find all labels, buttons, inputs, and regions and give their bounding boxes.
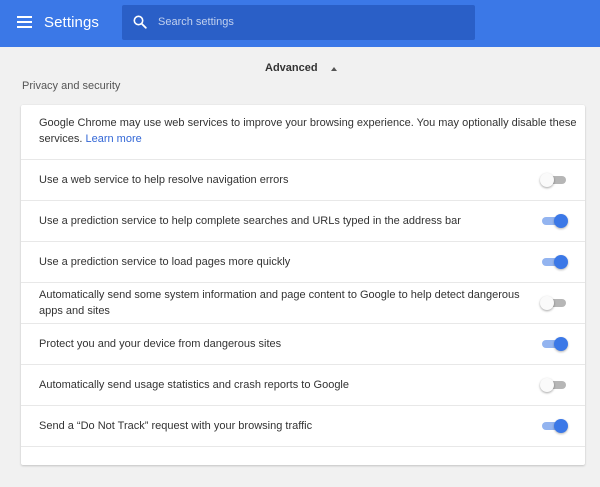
search-input[interactable] (158, 11, 468, 33)
search-icon (133, 15, 147, 29)
setting-row-navigation-errors[interactable]: Use a web service to help resolve naviga… (21, 159, 585, 200)
advanced-toggle[interactable]: Advanced (265, 62, 318, 74)
setting-row-page-preload[interactable]: Use a prediction service to load pages m… (21, 241, 585, 282)
setting-label: Protect you and your device from dangero… (39, 338, 282, 350)
setting-label: Use a prediction service to load pages m… (39, 256, 291, 268)
dangerous-apps-report-toggle[interactable] (540, 296, 567, 310)
setting-row-do-not-track[interactable]: Send a “Do Not Track” request with your … (21, 405, 585, 446)
intro-text: Google Chrome may use web services to im… (39, 115, 579, 147)
setting-label: Use a prediction service to help complet… (39, 215, 461, 227)
usage-statistics-toggle[interactable] (540, 378, 567, 392)
setting-row-usage-statistics[interactable]: Automatically send usage statistics and … (21, 364, 585, 405)
section-title: Privacy and security (22, 80, 121, 92)
setting-row-dangerous-apps-report[interactable]: Automatically send some system informati… (21, 282, 585, 323)
do-not-track-toggle[interactable] (541, 419, 568, 433)
learn-more-link[interactable]: Learn more (85, 133, 141, 145)
safe-browsing-toggle[interactable] (541, 337, 568, 351)
setting-row-next (21, 446, 585, 487)
page-title: Settings (44, 14, 99, 31)
navigation-errors-toggle[interactable] (540, 173, 567, 187)
page-preload-toggle[interactable] (541, 255, 568, 269)
hamburger-menu-icon[interactable] (17, 16, 32, 29)
setting-label: Automatically send some system informati… (39, 289, 520, 317)
setting-row-safe-browsing[interactable]: Protect you and your device from dangero… (21, 323, 585, 364)
privacy-card: Google Chrome may use web services to im… (21, 105, 585, 465)
setting-label: Send a “Do Not Track” request with your … (39, 420, 313, 432)
setting-row-search-prediction[interactable]: Use a prediction service to help complet… (21, 200, 585, 241)
setting-label: Automatically send usage statistics and … (39, 379, 349, 391)
setting-label: Use a web service to help resolve naviga… (39, 174, 289, 186)
search-prediction-toggle[interactable] (541, 214, 568, 228)
caret-up-icon[interactable] (331, 67, 337, 71)
top-bar: Settings (0, 0, 600, 47)
